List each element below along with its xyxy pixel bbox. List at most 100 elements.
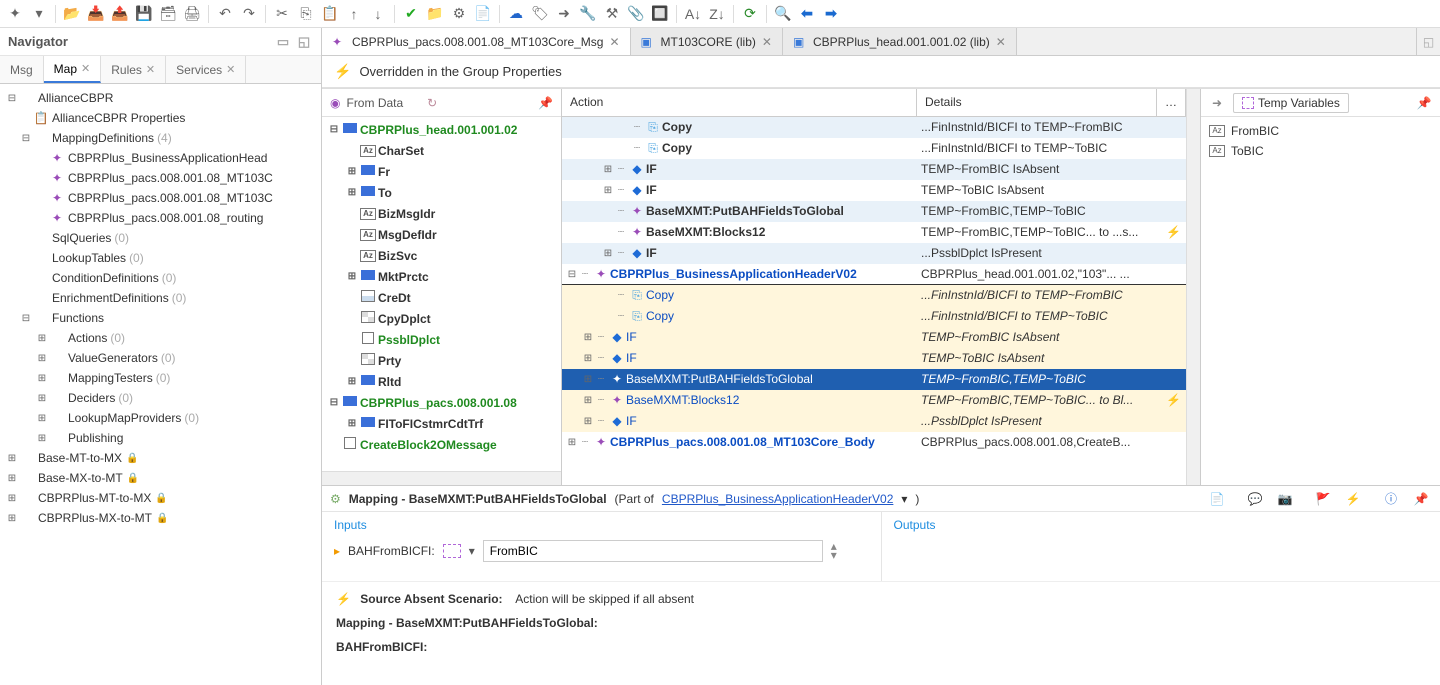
editor-tab[interactable]: ▣CBPRPlus_head.001.001.02 (lib)✕ (783, 28, 1017, 55)
temp-vars-pin-icon[interactable]: 📌 (1414, 96, 1434, 110)
detail-info-icon[interactable]: ⓘ (1380, 488, 1402, 510)
editor-maximize-icon[interactable]: ◱ (1416, 28, 1440, 55)
nav-tree-item[interactable]: ⊞CBPRPlus-MT-to-MX🔒 (2, 488, 319, 508)
close-icon[interactable]: ✕ (146, 63, 155, 76)
nav-tree-item[interactable]: ⊟MappingDefinitions(4) (2, 128, 319, 148)
nav-tree-item[interactable]: ⊞Publishing (2, 428, 319, 448)
search-icon[interactable]: 🔍 (772, 3, 794, 25)
action-row[interactable]: ┈✦BaseMXMT:PutBAHFieldsToGlobalTEMP~From… (562, 201, 1186, 222)
nav-tree-item[interactable]: ⊞Base-MT-to-MX🔒 (2, 448, 319, 468)
editor-tab[interactable]: ▣MT103CORE (lib)✕ (631, 28, 783, 55)
close-icon[interactable]: ✕ (226, 63, 235, 76)
nav-tree-item[interactable]: ✦CBPRPlus_BusinessApplicationHead (2, 148, 319, 168)
action-row[interactable]: ┈⎘Copy...FinInstnId/BICFI to TEMP~ToBIC (562, 138, 1186, 159)
nav-tree-item[interactable]: ⊞CBPRPlus-MX-to-MT🔒 (2, 508, 319, 528)
temp-vars-tab[interactable]: Temp Variables (1233, 93, 1349, 113)
cut-icon[interactable]: ✂ (271, 3, 293, 25)
more-cols-icon[interactable]: … (1157, 89, 1186, 116)
redo-icon[interactable]: ↷ (238, 3, 260, 25)
action-row[interactable]: ⊟┈✦CBPRPlus_BusinessApplicationHeaderV02… (562, 264, 1186, 285)
nav-tree-item[interactable]: ✦CBPRPlus_pacs.008.001.08_MT103C (2, 188, 319, 208)
temp-var-item[interactable]: AzToBIC (1205, 141, 1436, 161)
tool2-icon[interactable]: ⚒ (601, 3, 623, 25)
action-col-header[interactable]: Action (562, 89, 917, 116)
action-row[interactable]: ⊞┈◆IFTEMP~FromBIC IsAbsent (562, 159, 1186, 180)
detail-bolt-icon[interactable]: ⚡ (1342, 488, 1364, 510)
minimize-icon[interactable]: ▭ (274, 33, 292, 51)
action-row[interactable]: ⊞┈◆IFTEMP~FromBIC IsAbsent (562, 327, 1186, 348)
nav-tree-item[interactable]: ⊞LookupMapProviders(0) (2, 408, 319, 428)
nav-tree-item[interactable]: ⊞MappingTesters(0) (2, 368, 319, 388)
editor-tab[interactable]: ✦CBPRPlus_pacs.008.001.08_MT103Core_Msg✕ (322, 28, 631, 55)
new-button[interactable]: ✦ (4, 3, 26, 25)
nav-tab[interactable]: Services✕ (166, 56, 246, 83)
import-icon[interactable]: 📥 (85, 3, 107, 25)
fromdata-item[interactable]: ⊞To (324, 182, 559, 203)
navigator-tabs[interactable]: MsgMap✕Rules✕Services✕ (0, 56, 321, 84)
fromdata-item[interactable]: ⊞Fr (324, 161, 559, 182)
fromdata-item[interactable]: ⊟CBPRPlus_pacs.008.001.08 (324, 392, 559, 413)
validate-icon[interactable]: ✔ (400, 3, 422, 25)
details-col-header[interactable]: Details (917, 89, 1157, 116)
page-icon[interactable]: 📄 (472, 3, 494, 25)
tool4-icon[interactable]: 🔲 (649, 3, 671, 25)
nav-tree-item[interactable]: ConditionDefinitions(0) (2, 268, 319, 288)
fromdata-item[interactable]: Prty (324, 350, 559, 371)
temp-vars-list[interactable]: AzFromBICAzToBIC (1201, 117, 1440, 485)
open-folder-icon[interactable]: 📂 (61, 3, 83, 25)
up-icon[interactable]: ↑ (343, 3, 365, 25)
print-icon[interactable]: 🖨 (181, 3, 203, 25)
action-row[interactable]: ┈✦BaseMXMT:Blocks12TEMP~FromBIC,TEMP~ToB… (562, 222, 1186, 243)
fromdata-item[interactable]: CreateBlock2OMessage (324, 434, 559, 455)
input-type-icon[interactable] (443, 544, 461, 558)
export-icon[interactable]: 📤 (109, 3, 131, 25)
fromdata-refresh-icon[interactable]: ↻ (427, 96, 437, 110)
nav-tab[interactable]: Map✕ (44, 56, 102, 83)
nav-tree-item[interactable]: ⊟Functions (2, 308, 319, 328)
copy-icon[interactable]: ⎘ (295, 3, 317, 25)
close-icon[interactable]: ✕ (81, 62, 90, 75)
action-row[interactable]: ⊞┈✦CBPRPlus_pacs.008.001.08_MT103Core_Bo… (562, 432, 1186, 453)
nav-tree-item[interactable]: ⊞Base-MX-to-MT🔒 (2, 468, 319, 488)
close-icon[interactable]: ✕ (609, 35, 619, 49)
save-all-icon[interactable]: 🗃 (157, 3, 179, 25)
nav-tree-item[interactable]: EnrichmentDefinitions(0) (2, 288, 319, 308)
fromdata-pin-icon[interactable]: 📌 (538, 96, 553, 110)
paste-icon[interactable]: 📋 (319, 3, 341, 25)
sort-za-icon[interactable]: Z↓ (706, 3, 728, 25)
detail-flag-icon[interactable]: 🚩 (1312, 488, 1334, 510)
nav-tab[interactable]: Rules✕ (101, 56, 166, 83)
fromdata-item[interactable]: ⊟CBPRPlus_head.001.001.02 (324, 119, 559, 140)
close-icon[interactable]: ✕ (996, 35, 1006, 49)
input-dropdown-icon[interactable]: ▾ (469, 544, 475, 558)
fromdata-item[interactable]: CreDt (324, 287, 559, 308)
fromdata-item[interactable]: ⊞FIToFICstmrCdtTrf (324, 413, 559, 434)
navigator-tree[interactable]: ⊟AllianceCBPR📋AllianceCBPR Properties⊟Ma… (0, 84, 321, 685)
action-row[interactable]: ⊞┈✦BaseMXMT:Blocks12TEMP~FromBIC,TEMP~To… (562, 390, 1186, 411)
nav-tab[interactable]: Msg (0, 56, 44, 83)
nav-tree-item[interactable]: ⊞ValueGenerators(0) (2, 348, 319, 368)
nav-tree-item[interactable]: ⊟AllianceCBPR (2, 88, 319, 108)
detail-comment-icon[interactable]: 💬 (1244, 488, 1266, 510)
cloud-icon[interactable]: ☁ (505, 3, 527, 25)
save-icon[interactable]: 💾 (133, 3, 155, 25)
editor-tabs[interactable]: ✦CBPRPlus_pacs.008.001.08_MT103Core_Msg✕… (322, 28, 1440, 56)
fromdata-item[interactable]: ⊞MktPrctc (324, 266, 559, 287)
action-row[interactable]: ⊞┈◆IF...PssblDplct IsPresent (562, 411, 1186, 432)
fromdata-item[interactable]: AzCharSet (324, 140, 559, 161)
undo-icon[interactable]: ↶ (214, 3, 236, 25)
forward-icon[interactable]: ➡ (820, 3, 842, 25)
stepper-down-icon[interactable]: ▾ (831, 551, 837, 560)
sort-az-icon[interactable]: A↓ (682, 3, 704, 25)
nav-tree-item[interactable]: 📋AllianceCBPR Properties (2, 108, 319, 128)
detail-tool1-icon[interactable]: 📄 (1206, 488, 1228, 510)
tool1-icon[interactable]: 🔧 (577, 3, 599, 25)
nav-tree-item[interactable]: LookupTables(0) (2, 248, 319, 268)
input-value-field[interactable] (483, 540, 823, 562)
vars-icon1[interactable]: ➜ (1207, 96, 1227, 110)
fromdata-tree[interactable]: ⊟CBPRPlus_head.001.001.02AzCharSet⊞Fr⊞To… (322, 117, 561, 471)
refresh-icon[interactable]: ⟳ (739, 3, 761, 25)
fromdata-item[interactable]: PssblDplct (324, 329, 559, 350)
input-chevron-icon[interactable]: ▸ (334, 544, 340, 558)
action-row[interactable]: ⊞┈✦BaseMXMT:PutBAHFieldsToGlobalTEMP~Fro… (562, 369, 1186, 390)
